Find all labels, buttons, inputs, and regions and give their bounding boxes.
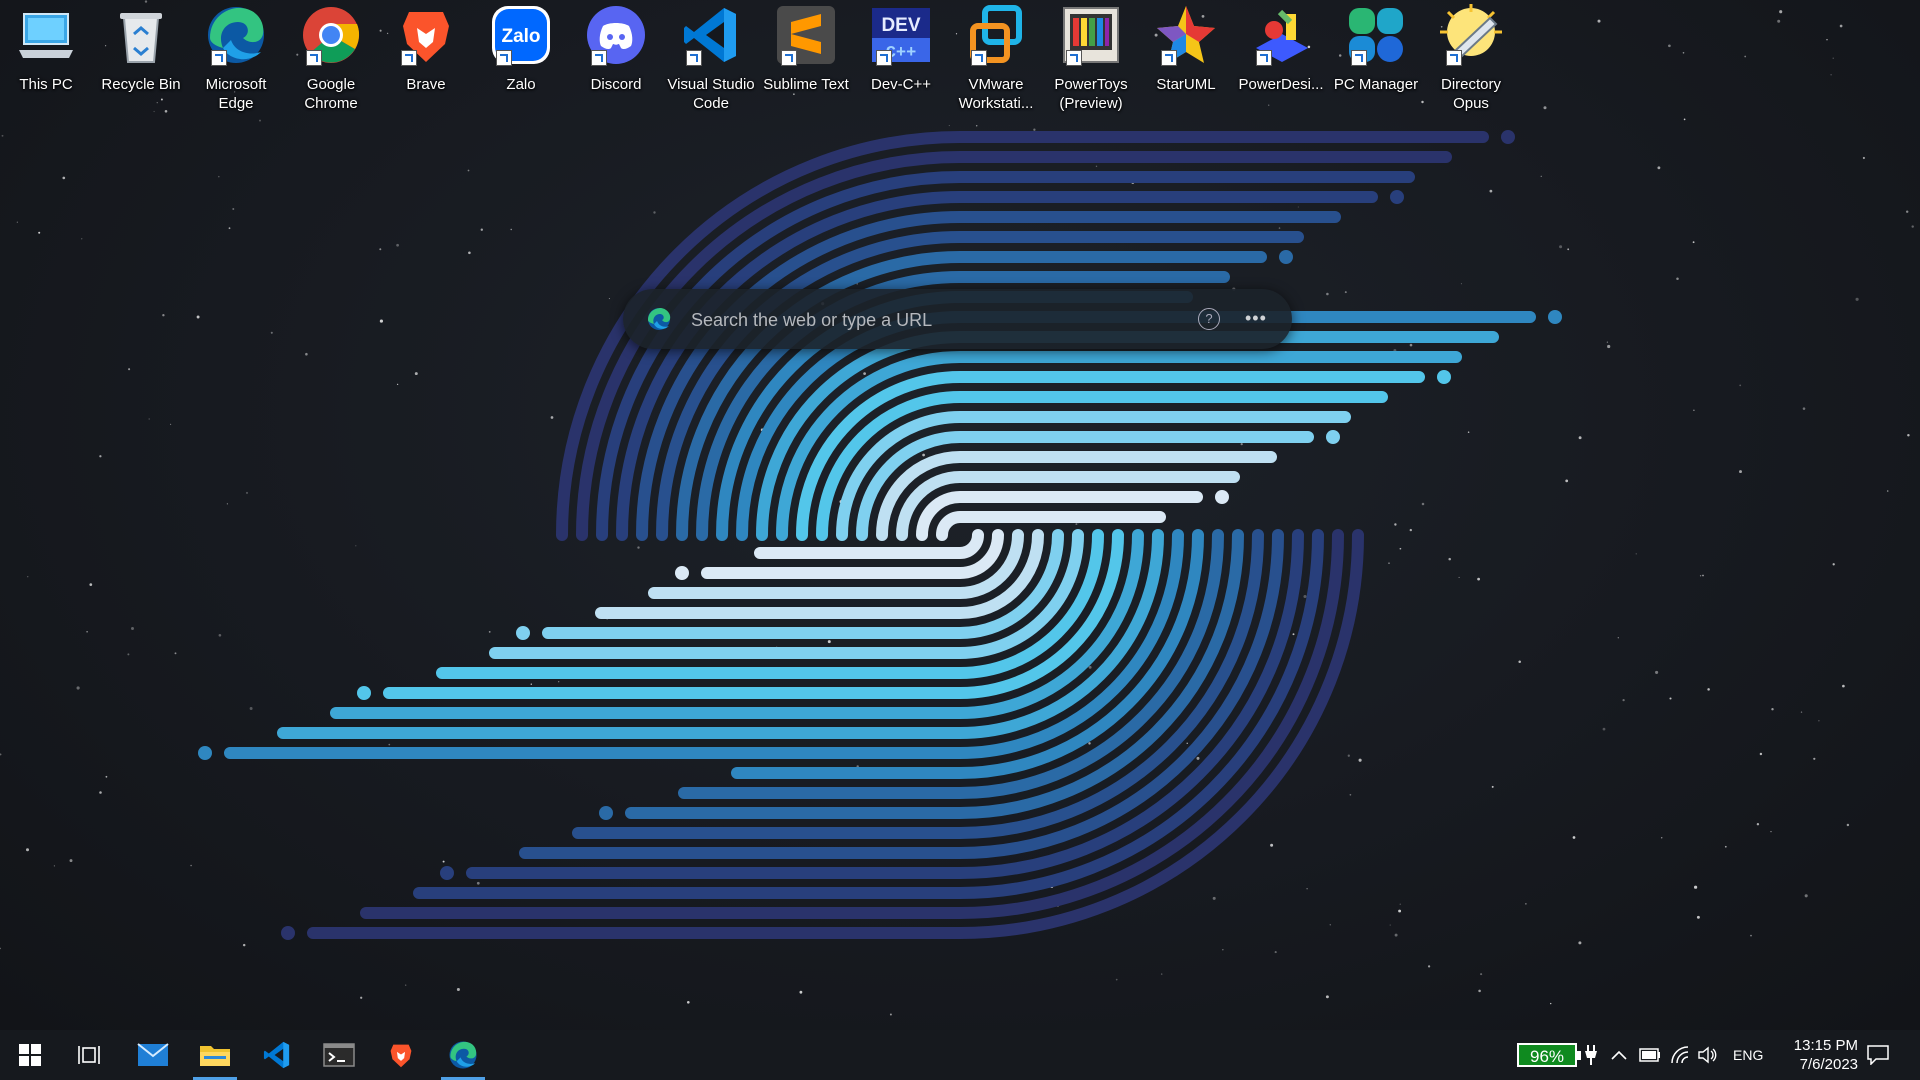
svg-text:Zalo: Zalo bbox=[501, 26, 540, 47]
taskbar-terminal[interactable] bbox=[314, 1030, 364, 1080]
start-button[interactable] bbox=[5, 1030, 55, 1080]
action-center-button[interactable] bbox=[1867, 1030, 1889, 1080]
sublime-icon bbox=[775, 4, 837, 66]
desktop-icon-grid: This PC Recycle Bin Microsoft Edge Googl… bbox=[0, 0, 1920, 120]
desktop-icon-label: PowerToys (Preview) bbox=[1054, 76, 1128, 112]
desktop-icon-this-pc[interactable]: This PC bbox=[0, 4, 92, 94]
edge-search-widget[interactable]: ? ••• bbox=[623, 289, 1292, 349]
desktop-icon-label: Sublime Text bbox=[763, 76, 849, 93]
search-input[interactable] bbox=[689, 303, 1173, 337]
taskbar-edge[interactable] bbox=[438, 1030, 488, 1080]
more-options-icon[interactable]: ••• bbox=[1245, 308, 1267, 329]
desktop-icon-pc-manager[interactable]: PC Manager bbox=[1330, 4, 1422, 94]
desktop-icon-label: Zalo bbox=[506, 76, 536, 93]
desktop-icon-label: Google Chrome bbox=[304, 76, 358, 112]
desktop-icon-staruml[interactable]: StarUML bbox=[1140, 4, 1232, 94]
folder-icon bbox=[200, 1046, 230, 1066]
desktop-icon-label: Recycle Bin bbox=[101, 76, 181, 93]
task-view-button[interactable] bbox=[65, 1030, 115, 1080]
powertoys-icon bbox=[1060, 4, 1122, 66]
clock[interactable]: 13:15 PM 7/6/2023 bbox=[1768, 1036, 1858, 1074]
taskbar-file-explorer[interactable] bbox=[190, 1030, 240, 1080]
desktop-icon-dev-cpp[interactable]: DEV C++ Dev-C++ bbox=[855, 4, 947, 94]
directory-opus-icon bbox=[1440, 4, 1502, 66]
notification-icon bbox=[1867, 1045, 1889, 1065]
vmware-icon bbox=[965, 4, 1027, 66]
edge-icon bbox=[648, 308, 671, 330]
brave-icon bbox=[395, 4, 457, 66]
vscode-icon bbox=[263, 1041, 290, 1069]
desktop-icon-label: VMware Workstati... bbox=[958, 76, 1034, 112]
desktop-icon-label: Microsoft Edge bbox=[205, 76, 267, 112]
power-plug-icon bbox=[1584, 1030, 1598, 1080]
desktop-icon-label: Visual Studio Code bbox=[667, 76, 755, 112]
staruml-icon bbox=[1155, 4, 1217, 66]
terminal-icon bbox=[323, 1043, 355, 1067]
help-icon[interactable]: ? bbox=[1198, 308, 1220, 330]
desktop-icon-google-chrome[interactable]: Google Chrome bbox=[285, 4, 377, 113]
powerdesigner-icon bbox=[1250, 4, 1312, 66]
edge-icon bbox=[205, 4, 267, 66]
edge-icon bbox=[449, 1041, 477, 1069]
desktop-icon-zalo[interactable]: Zalo Zalo bbox=[475, 4, 567, 94]
taskbar-brave[interactable] bbox=[376, 1030, 426, 1080]
desktop-icon-sublime-text[interactable]: Sublime Text bbox=[760, 4, 852, 94]
desktop-icon-directory-opus[interactable]: Directory Opus bbox=[1425, 4, 1517, 113]
desktop-icon-label: Dev-C++ bbox=[870, 76, 932, 93]
zalo-icon: Zalo bbox=[490, 4, 552, 66]
desktop-icon-brave[interactable]: Brave bbox=[380, 4, 472, 94]
input-language-indicator[interactable]: ENG bbox=[1733, 1030, 1763, 1080]
desktop-icon-powerdesigner[interactable]: PowerDesi... bbox=[1235, 4, 1327, 94]
desktop-icon-microsoft-edge[interactable]: Microsoft Edge bbox=[190, 4, 282, 113]
discord-icon bbox=[585, 4, 647, 66]
pc-manager-icon bbox=[1345, 4, 1407, 66]
battery-icon[interactable] bbox=[1639, 1030, 1661, 1080]
desktop-icon-label: PC Manager bbox=[1333, 76, 1419, 93]
clock-time: 13:15 PM bbox=[1793, 1037, 1858, 1054]
desktop-icon-visual-studio-code[interactable]: Visual Studio Code bbox=[665, 4, 757, 113]
desktop-icon-recycle-bin[interactable]: Recycle Bin bbox=[95, 4, 187, 94]
desktop-icon-label: Discord bbox=[590, 76, 642, 93]
taskbar-mail[interactable] bbox=[128, 1030, 178, 1080]
wifi-icon[interactable] bbox=[1670, 1030, 1690, 1080]
desktop-icon-powertoys[interactable]: PowerToys (Preview) bbox=[1045, 4, 1137, 113]
mail-icon bbox=[137, 1043, 169, 1066]
wallpaper-image bbox=[0, 0, 1914, 1016]
desktop-icon-label: Directory Opus bbox=[1440, 76, 1501, 112]
taskbar: 96% ENG 13:15 PM 7/6/2023 bbox=[0, 1030, 1920, 1080]
desktop-icon-label: This PC bbox=[19, 76, 73, 93]
desktop-icon-discord[interactable]: Discord bbox=[570, 4, 662, 94]
task-view-icon bbox=[78, 1046, 100, 1064]
desktop-icon-label: PowerDesi... bbox=[1238, 76, 1324, 93]
chrome-icon bbox=[300, 4, 362, 66]
devcpp-icon: DEV C++ bbox=[870, 4, 932, 66]
volume-icon[interactable] bbox=[1698, 1030, 1718, 1080]
this-pc-icon bbox=[15, 4, 77, 66]
recycle-bin-icon bbox=[110, 4, 172, 66]
desktop-icon-vmware[interactable]: VMware Workstati... bbox=[950, 4, 1042, 113]
desktop[interactable]: This PC Recycle Bin Microsoft Edge Googl… bbox=[0, 0, 1920, 1030]
vscode-icon bbox=[680, 4, 742, 66]
desktop-icon-label: Brave bbox=[406, 76, 446, 93]
clock-date: 7/6/2023 bbox=[1799, 1056, 1858, 1073]
svg-text:DEV: DEV bbox=[881, 15, 920, 36]
desktop-icon-label: StarUML bbox=[1156, 76, 1216, 93]
brave-icon bbox=[390, 1044, 412, 1068]
taskbar-vscode[interactable] bbox=[252, 1030, 302, 1080]
windows-logo-icon bbox=[19, 1044, 41, 1066]
battery-percent-badge[interactable]: 96% bbox=[1517, 1043, 1581, 1067]
tray-overflow-chevron-up-icon[interactable] bbox=[1610, 1030, 1628, 1080]
